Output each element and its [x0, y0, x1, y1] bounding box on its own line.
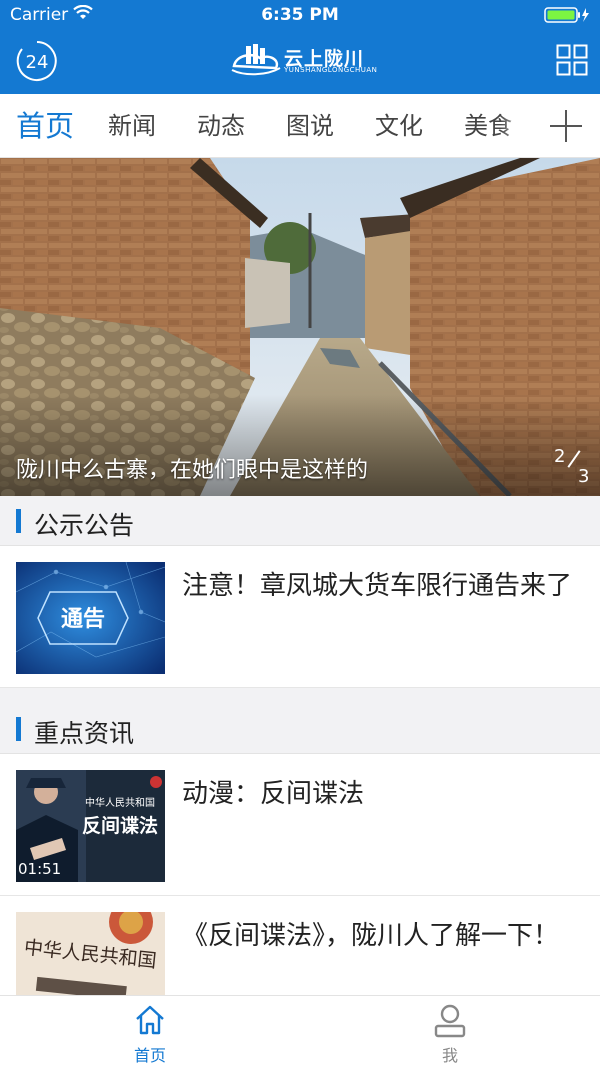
video-duration: 01:51	[18, 860, 62, 878]
tab-photos[interactable]: 图说	[286, 94, 334, 157]
tab-updates[interactable]: 动态	[197, 94, 245, 157]
news-item[interactable]: 通告 注意！章凤城大货车限行通告来了	[0, 546, 600, 688]
pager-total: 3	[578, 466, 590, 487]
24-hours-button[interactable]: 24	[16, 40, 58, 82]
profile-icon	[434, 1004, 466, 1038]
app-header: Carrier 6:35 PM 24 云上陇川 YUNSHANGLONGCHUA…	[0, 0, 600, 94]
svg-text:中华人民共和国: 中华人民共和国	[85, 796, 155, 809]
svg-text:通告: 通告	[61, 607, 105, 632]
section-title: 公示公告	[34, 511, 135, 540]
news-title: 动漫：反间谍法	[182, 779, 365, 809]
status-bar: Carrier 6:35 PM	[0, 0, 600, 30]
logo-subtitle: YUNSHANGLONGCHUAN	[284, 66, 378, 74]
logo-emblem-icon	[231, 44, 281, 76]
tabbar-home[interactable]: 首页	[110, 996, 190, 1067]
banner-image	[0, 158, 600, 496]
status-time: 6:35 PM	[261, 5, 339, 25]
add-tab-icon[interactable]	[548, 108, 584, 144]
tab-news[interactable]: 新闻	[108, 94, 156, 157]
tab-culture[interactable]: 文化	[375, 94, 423, 157]
bottom-tab-bar: 首页 我	[0, 995, 600, 1067]
section-key-news-header: 重点资讯	[0, 704, 600, 754]
video-thumbnail: 中华人民共和国 反间谍法 01:51	[16, 770, 165, 882]
video-news-item[interactable]: 中华人民共和国 反间谍法 01:51 动漫：反间谍法	[0, 754, 600, 896]
battery-icon	[544, 7, 589, 23]
svg-text:24: 24	[26, 52, 49, 73]
tabbar-profile-label: 我	[441, 1046, 458, 1065]
news-title: 《反间谍法》，陇川人了解一下！	[182, 921, 560, 951]
banner-caption[interactable]: 陇川中么古寨，在她们眼中是这样的	[16, 452, 368, 484]
svg-text:反间谍法: 反间谍法	[82, 814, 158, 837]
tabbar-profile[interactable]: 我	[410, 996, 490, 1067]
section-notices-header: 公示公告	[0, 496, 600, 546]
banner-carousel[interactable]	[0, 158, 600, 496]
app-logo: 云上陇川 YUNSHANGLONGCHUAN	[230, 42, 380, 78]
category-tabs: 首页 新闻 动态 图说 文化 美食	[0, 94, 600, 158]
clock-24-icon: 24	[16, 41, 57, 81]
grid-menu-icon[interactable]	[556, 44, 588, 76]
news-thumbnail: 通告	[16, 562, 165, 674]
tabbar-home-label: 首页	[133, 1046, 166, 1065]
banner-pager: 2 3	[552, 446, 592, 490]
tab-home[interactable]: 首页	[16, 94, 74, 157]
home-icon	[136, 1005, 164, 1035]
news-title: 注意！章凤城大货车限行通告来了	[182, 571, 573, 601]
pager-current: 2	[554, 446, 566, 467]
section-title: 重点资讯	[34, 719, 135, 748]
